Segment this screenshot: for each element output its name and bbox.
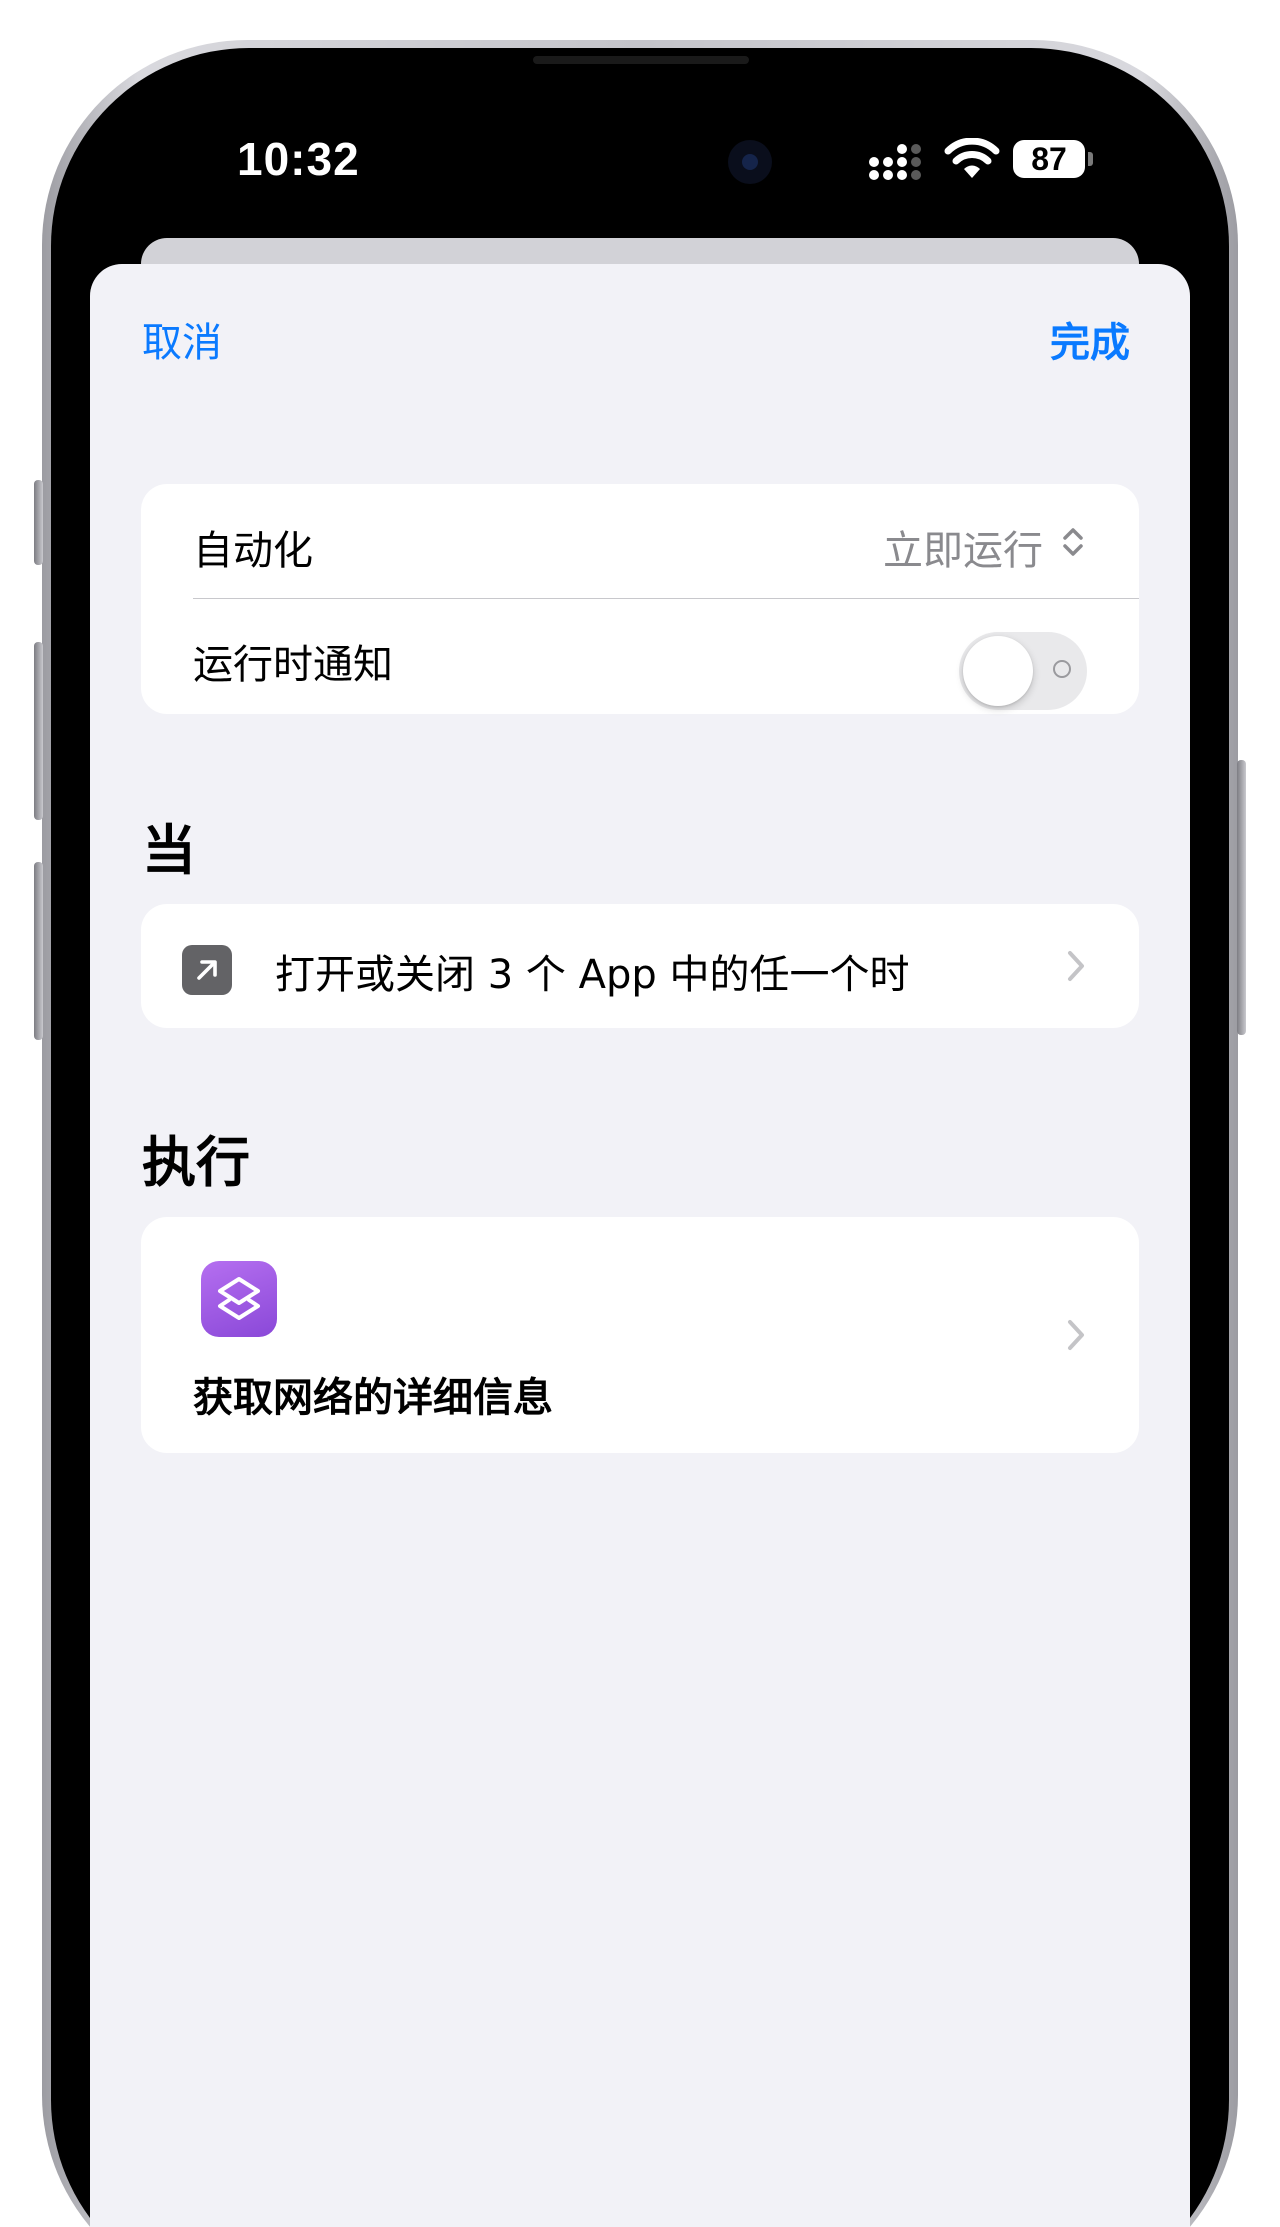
battery-icon: 87	[1013, 140, 1085, 178]
settings-card: 自动化 立即运行 运行时通知	[141, 484, 1139, 714]
trigger-label: 打开或关闭 3 个 App 中的任一个时	[275, 952, 910, 998]
battery-tip	[1088, 152, 1093, 166]
screenshot: 10:32 87 取消 完成 自动化 立即运行 运行时通知 当 打开或关闭 3 …	[0, 0, 1280, 2227]
toggle-off-indicator	[1053, 660, 1071, 678]
trigger-row[interactable]: 打开或关闭 3 个 App 中的任一个时	[141, 904, 1139, 1028]
notify-label: 运行时通知	[193, 642, 393, 688]
battery-level: 87	[1031, 141, 1067, 177]
action-button	[34, 480, 43, 565]
chevron-right-icon	[1065, 1317, 1087, 1357]
action-label: 获取网络的详细信息	[193, 1375, 553, 1421]
shortcuts-icon	[201, 1261, 277, 1337]
front-camera	[728, 140, 772, 184]
wifi-icon	[944, 137, 1000, 184]
when-section-title: 当	[142, 819, 196, 882]
arrow-up-right-icon	[182, 945, 232, 995]
notify-toggle[interactable]	[959, 632, 1087, 710]
cellular-signal-icon	[868, 140, 928, 186]
volume-down-button	[34, 862, 43, 1040]
toggle-knob	[963, 636, 1033, 706]
automation-row[interactable]: 自动化 立即运行	[141, 484, 1139, 598]
speaker-grille	[533, 56, 749, 64]
automation-label: 自动化	[193, 528, 313, 574]
chevron-right-icon	[1065, 948, 1087, 988]
status-time: 10:32	[237, 133, 360, 185]
done-button[interactable]: 完成	[1050, 310, 1130, 368]
cancel-button[interactable]: 取消	[142, 310, 222, 368]
power-button	[1237, 760, 1246, 1035]
run-section-title: 执行	[142, 1131, 250, 1194]
automation-value[interactable]: 立即运行	[883, 518, 1043, 576]
chevron-up-down-icon	[1061, 522, 1085, 566]
volume-up-button	[34, 642, 43, 820]
action-row[interactable]: 获取网络的详细信息	[141, 1217, 1139, 1453]
